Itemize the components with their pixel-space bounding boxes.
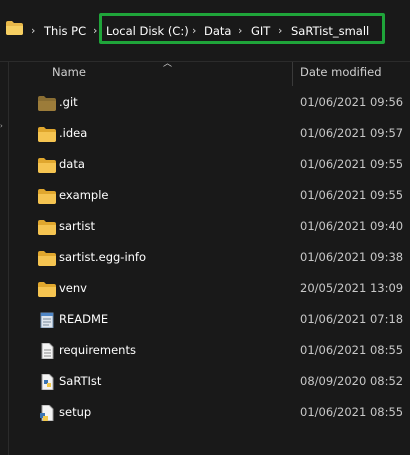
file-name: .git <box>59 95 78 109</box>
path-highlight-box <box>99 13 385 44</box>
folder-icon <box>38 220 56 235</box>
file-row[interactable]: example 01/06/2021 09:55 <box>28 182 410 210</box>
column-divider[interactable] <box>292 62 293 86</box>
file-date: 01/06/2021 09:55 <box>300 157 404 171</box>
file-name: requirements <box>59 343 136 357</box>
file-row[interactable]: setup 01/06/2021 08:55 <box>28 399 410 427</box>
chevron-right-icon[interactable]: › <box>31 23 35 39</box>
folder-icon <box>38 189 56 204</box>
file-name: data <box>59 157 85 171</box>
text-file-icon <box>41 343 54 359</box>
chevron-right-icon[interactable]: › <box>93 23 97 39</box>
file-name: SaRTIst <box>59 374 102 388</box>
folder-icon <box>6 21 23 35</box>
column-header-row: Name ︿ Date modified <box>0 59 410 86</box>
folder-icon <box>38 251 56 266</box>
expand-arrow-icon[interactable]: › <box>0 122 8 130</box>
file-name: venv <box>59 281 87 295</box>
file-date: 01/06/2021 09:55 <box>300 188 404 202</box>
sort-ascending-icon: ︿ <box>163 59 173 69</box>
notepad-file-icon <box>40 312 54 328</box>
file-name: sartist <box>59 219 95 233</box>
file-row[interactable]: data 01/06/2021 09:55 <box>28 151 410 179</box>
file-row[interactable]: venv 20/05/2021 13:09 <box>28 275 410 303</box>
file-row[interactable]: .idea 01/06/2021 09:57 <box>28 120 410 148</box>
file-date: 01/06/2021 09:56 <box>300 95 404 109</box>
column-header-name[interactable]: Name <box>52 65 86 79</box>
folder-icon <box>38 282 56 297</box>
folder-dim-icon <box>38 96 56 111</box>
navigation-pane-edge: › <box>0 62 9 455</box>
file-row[interactable]: requirements 01/06/2021 08:55 <box>28 337 410 365</box>
file-date: 01/06/2021 08:55 <box>300 343 404 357</box>
file-name: setup <box>59 405 92 419</box>
file-name: README <box>59 312 109 326</box>
file-name: example <box>59 188 109 202</box>
address-bar[interactable]: › This PC › Local Disk (C:) › Data › GIT… <box>0 0 410 62</box>
folder-icon <box>38 127 56 142</box>
file-date: 01/06/2021 08:55 <box>300 405 404 419</box>
file-date: 08/09/2020 08:52 <box>300 374 404 388</box>
file-row[interactable]: sartist 01/06/2021 09:40 <box>28 213 410 241</box>
file-row[interactable]: sartist.egg-info 01/06/2021 09:38 <box>28 244 410 272</box>
folder-icon <box>38 158 56 173</box>
file-row[interactable]: README 01/06/2021 07:18 <box>28 306 410 334</box>
file-name: sartist.egg-info <box>59 250 147 264</box>
file-name: .idea <box>59 126 88 140</box>
python-script-icon <box>40 405 54 421</box>
column-header-date-modified[interactable]: Date modified <box>300 65 382 79</box>
file-date: 01/06/2021 07:18 <box>300 312 404 326</box>
file-date: 20/05/2021 13:09 <box>300 281 404 295</box>
file-date: 01/06/2021 09:40 <box>300 219 404 233</box>
file-date: 01/06/2021 09:57 <box>300 126 404 140</box>
breadcrumb-this-pc[interactable]: This PC <box>44 23 86 39</box>
python-file-icon <box>41 374 54 390</box>
file-date: 01/06/2021 09:38 <box>300 250 404 264</box>
file-row[interactable]: SaRTIst 08/09/2020 08:52 <box>28 368 410 396</box>
file-row[interactable]: .git 01/06/2021 09:56 <box>28 89 410 117</box>
